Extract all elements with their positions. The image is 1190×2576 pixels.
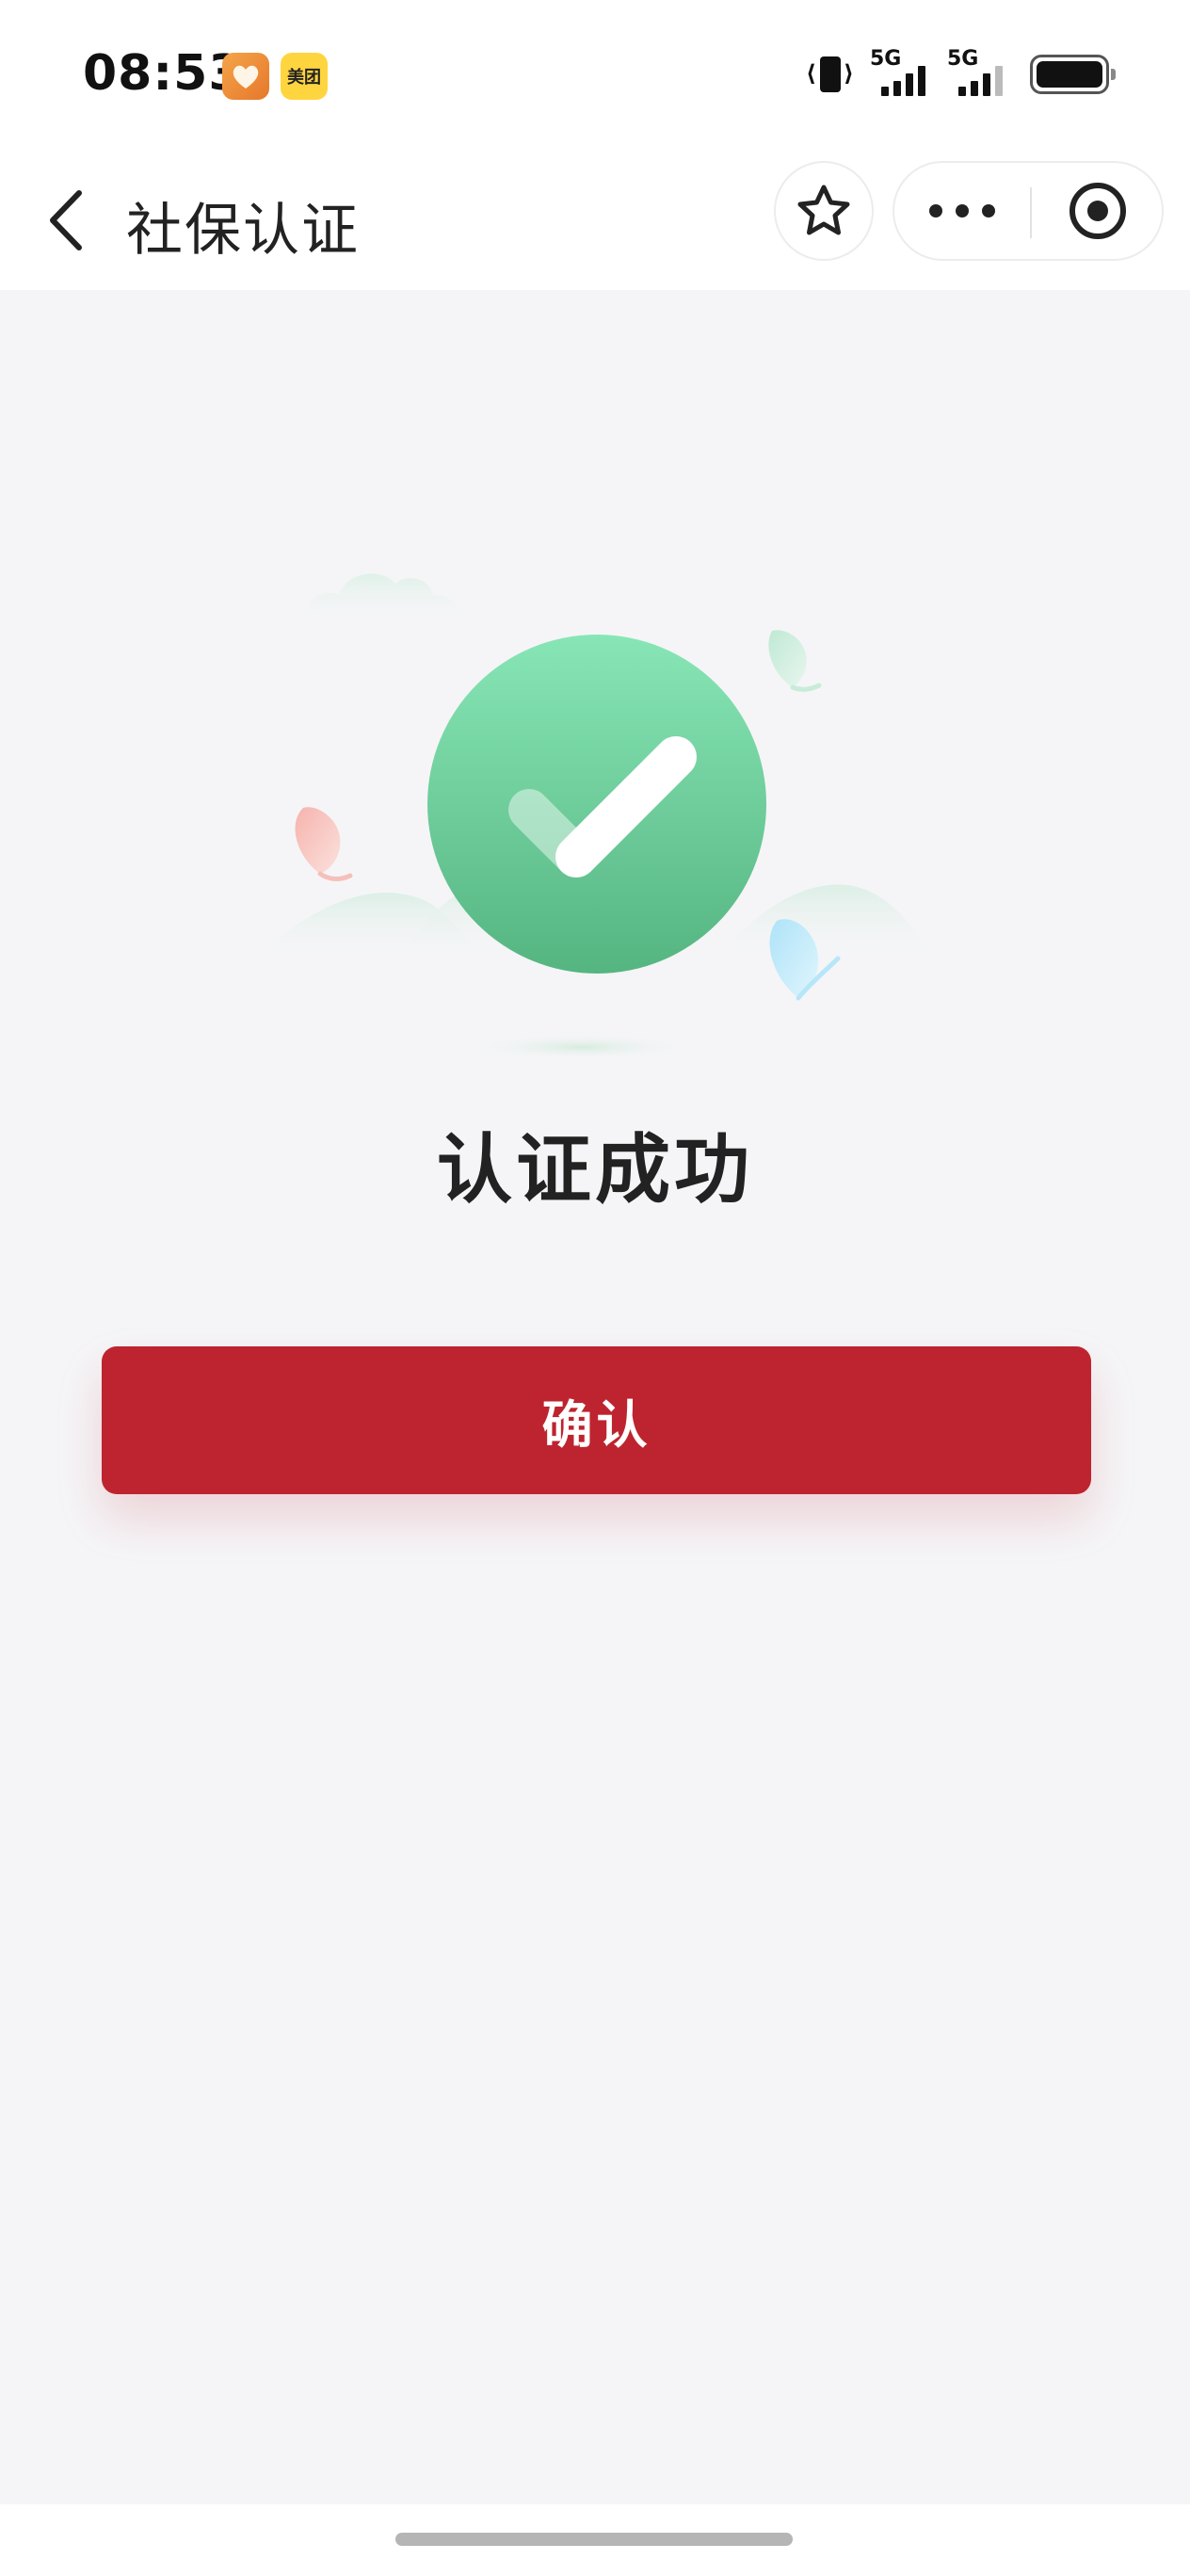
battery-icon (1030, 55, 1116, 94)
home-indicator-area (0, 2504, 1190, 2576)
confirm-button[interactable]: 确认 (102, 1346, 1091, 1494)
mini-program-capsule (892, 161, 1164, 261)
vibrate-icon: ⟨ ⟩ (804, 53, 857, 96)
heart-app-icon (222, 53, 269, 100)
success-check-icon (427, 635, 766, 974)
status-icons: ⟨ ⟩ 5G 5G (804, 47, 1116, 98)
success-illustration (0, 508, 1190, 1073)
star-icon (797, 185, 850, 235)
favorite-button[interactable] (774, 161, 874, 261)
result-title: 认证成功 (437, 1126, 753, 1214)
more-button[interactable] (894, 163, 1030, 259)
ground-shadow (468, 1034, 694, 1060)
leaf-decoration-green (768, 630, 822, 692)
more-dots-icon (929, 204, 942, 217)
chevron-left-icon (50, 190, 82, 250)
home-indicator[interactable] (395, 2533, 793, 2546)
confirm-button-label: 确认 (541, 1397, 651, 1454)
close-mini-program-button[interactable] (1032, 163, 1164, 259)
leaf-decoration-red (295, 807, 353, 881)
cellular-signal-icon: 5G (947, 47, 1015, 98)
status-time: 08:53 (83, 45, 244, 102)
nav-bar: 社保认证 (0, 151, 1190, 290)
status-bar: 08:53 美团 ⟨ ⟩ 5G 5G (0, 0, 1190, 151)
back-button[interactable] (28, 181, 104, 260)
cloud-decoration (306, 573, 462, 620)
cellular-signal-icon: 5G (870, 47, 938, 98)
screen: 08:53 美团 ⟨ ⟩ 5G 5G 社保认证 认证成功 确认 (0, 0, 1190, 2576)
page-title: 社保认证 (126, 198, 360, 264)
target-circle-icon (1069, 183, 1126, 239)
meituan-app-icon: 美团 (281, 53, 328, 100)
